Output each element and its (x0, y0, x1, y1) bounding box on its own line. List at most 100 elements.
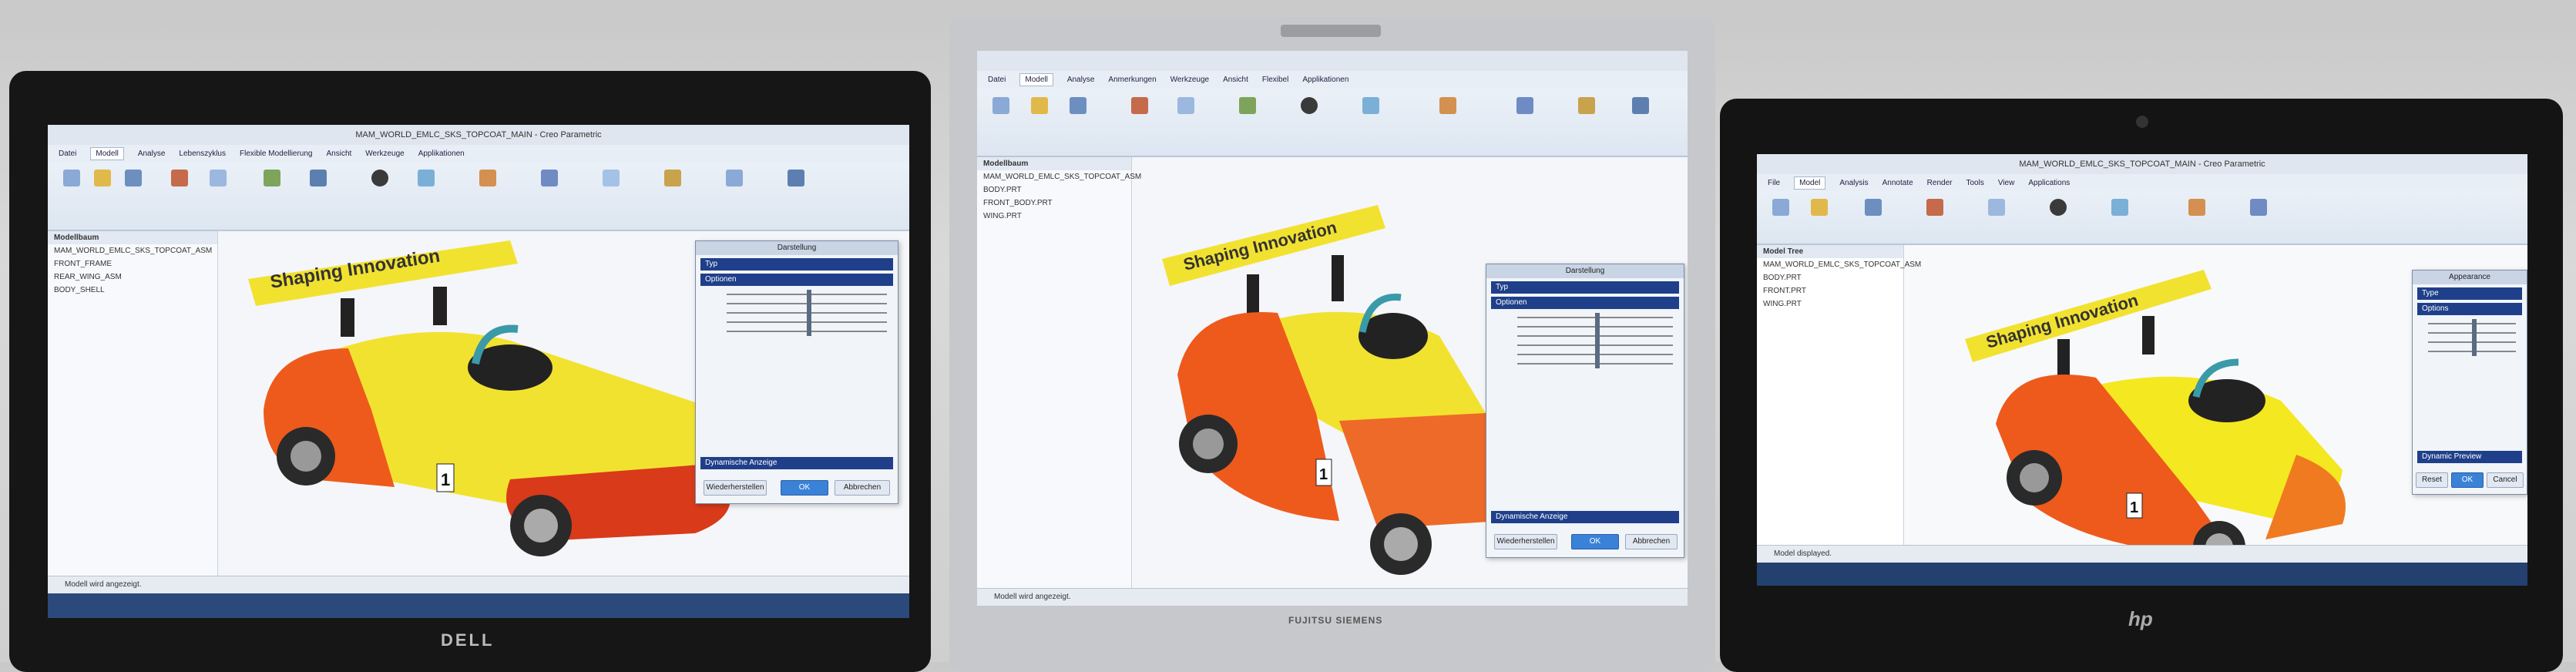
tab-flexible[interactable]: Flexible Modellierung (240, 150, 313, 158)
tool-icon[interactable] (1439, 97, 1456, 114)
slider[interactable] (727, 318, 887, 327)
tree-item[interactable]: FRONT_BODY.PRT (977, 197, 1131, 210)
tree-item[interactable]: MAM_WORLD_EMLC_SKS_TOPCOAT_ASM (1757, 258, 1921, 271)
tool-icon[interactable] (63, 170, 80, 186)
tab-applikationen[interactable]: Applikationen (418, 150, 465, 158)
tree-item[interactable]: FRONT_FRAME (48, 257, 217, 270)
tab-view[interactable]: View (1998, 179, 2015, 187)
slider[interactable] (1517, 341, 1673, 350)
tree-item[interactable]: WING.PRT (1757, 297, 1903, 311)
reset-button[interactable]: Wiederherstellen (1494, 534, 1557, 549)
tab-lebenszyklus[interactable]: Lebenszyklus (179, 150, 226, 158)
tab-applications[interactable]: Applications (2028, 179, 2070, 187)
slider[interactable] (1517, 350, 1673, 359)
tool-icon[interactable] (1362, 97, 1379, 114)
slider[interactable] (727, 308, 887, 318)
ok-button[interactable]: OK (781, 480, 828, 496)
tab-render[interactable]: Render (1927, 179, 1953, 187)
tool-icon[interactable] (541, 170, 558, 186)
slider[interactable] (1517, 322, 1673, 331)
reset-button[interactable]: Reset (2416, 472, 2448, 488)
ok-button[interactable]: OK (2451, 472, 2484, 488)
tool-icon[interactable] (1131, 97, 1148, 114)
tab-analysis[interactable]: Analysis (1839, 179, 1868, 187)
tool-icon[interactable] (479, 170, 496, 186)
tab-flexibel[interactable]: Flexibel (1262, 76, 1288, 84)
slider[interactable] (2428, 347, 2516, 356)
tool-icon[interactable] (1811, 199, 1828, 216)
tool-icon[interactable] (1177, 97, 1194, 114)
reset-button[interactable]: Wiederherstellen (704, 480, 767, 496)
tab-file[interactable]: File (1768, 179, 1780, 187)
tool-icon[interactable] (264, 170, 280, 186)
tab-annotate[interactable]: Annotate (1882, 179, 1913, 187)
tab-ansicht[interactable]: Ansicht (327, 150, 352, 158)
tool-icon[interactable] (1301, 97, 1318, 114)
tool-icon[interactable] (1772, 199, 1789, 216)
slider[interactable] (2428, 328, 2516, 338)
dialog-section-options: Optionen (700, 274, 893, 286)
ok-button[interactable]: OK (1571, 534, 1619, 549)
tool-icon[interactable] (418, 170, 435, 186)
tool-icon[interactable] (1031, 97, 1048, 114)
tool-icon[interactable] (726, 170, 743, 186)
race-car-model[interactable]: Shaping Innovation 1 (1942, 247, 2404, 570)
race-number: 1 (441, 470, 450, 489)
tree-item[interactable]: REAR_WING_ASM (48, 270, 217, 284)
tree-item[interactable]: BODY.PRT (977, 183, 1131, 197)
tool-icon[interactable] (125, 170, 142, 186)
tool-icon[interactable] (603, 170, 620, 186)
tool-icon[interactable] (1070, 97, 1086, 114)
tool-icon[interactable] (1865, 199, 1882, 216)
tool-icon[interactable] (371, 170, 388, 186)
tool-icon[interactable] (1578, 97, 1595, 114)
slider[interactable] (727, 299, 887, 308)
tool-icon[interactable] (664, 170, 681, 186)
tab-ansicht[interactable]: Ansicht (1223, 76, 1248, 84)
tree-item[interactable]: FRONT.PRT (1757, 284, 1903, 297)
tree-item[interactable]: MAM_WORLD_EMLC_SKS_TOPCOAT_ASM (977, 170, 1141, 183)
tab-werkzeuge[interactable]: Werkzeuge (365, 150, 404, 158)
cancel-button[interactable]: Cancel (2487, 472, 2524, 488)
tab-modell[interactable]: Modell (90, 146, 124, 160)
tab-analyse[interactable]: Analyse (1067, 76, 1095, 84)
tool-icon[interactable] (992, 97, 1009, 114)
tool-icon[interactable] (2188, 199, 2205, 216)
tool-icon[interactable] (1988, 199, 2005, 216)
slider[interactable] (1517, 359, 1673, 368)
tool-icon[interactable] (1239, 97, 1256, 114)
tab-modell[interactable]: Modell (1019, 72, 1053, 86)
tab-analyse[interactable]: Analyse (138, 150, 166, 158)
slider[interactable] (727, 290, 887, 299)
tab-model[interactable]: Model (1794, 176, 1826, 190)
tab-datei[interactable]: Datei (59, 150, 76, 158)
cancel-button[interactable]: Abbrechen (835, 480, 890, 496)
tool-icon[interactable] (2111, 199, 2128, 216)
cancel-button[interactable]: Abbrechen (1625, 534, 1678, 549)
tool-icon[interactable] (310, 170, 327, 186)
slider[interactable] (727, 327, 887, 336)
tab-anmerkungen[interactable]: Anmerkungen (1108, 76, 1156, 84)
tool-icon[interactable] (1926, 199, 1943, 216)
tree-item[interactable]: MAM_WORLD_EMLC_SKS_TOPCOAT_ASM (48, 244, 217, 257)
tree-item[interactable]: WING.PRT (977, 210, 1131, 223)
tool-icon[interactable] (94, 170, 111, 186)
tree-item[interactable]: BODY_SHELL (48, 284, 217, 297)
tool-icon[interactable] (210, 170, 227, 186)
tool-icon[interactable] (1516, 97, 1533, 114)
tab-applikationen[interactable]: Applikationen (1302, 76, 1348, 84)
tree-item[interactable]: BODY.PRT (1757, 271, 1903, 284)
slider[interactable] (1517, 331, 1673, 341)
tool-icon[interactable] (788, 170, 804, 186)
tool-icon[interactable] (2250, 199, 2267, 216)
tab-datei[interactable]: Datei (988, 76, 1006, 84)
tool-icon[interactable] (1632, 97, 1649, 114)
tool-icon[interactable] (171, 170, 188, 186)
tab-werkzeuge[interactable]: Werkzeuge (1170, 76, 1209, 84)
tab-tools[interactable]: Tools (1966, 179, 1983, 187)
slider[interactable] (1517, 313, 1673, 322)
slider[interactable] (2428, 319, 2516, 328)
window-title (977, 51, 1688, 71)
tool-icon[interactable] (2050, 199, 2067, 216)
slider[interactable] (2428, 338, 2516, 347)
